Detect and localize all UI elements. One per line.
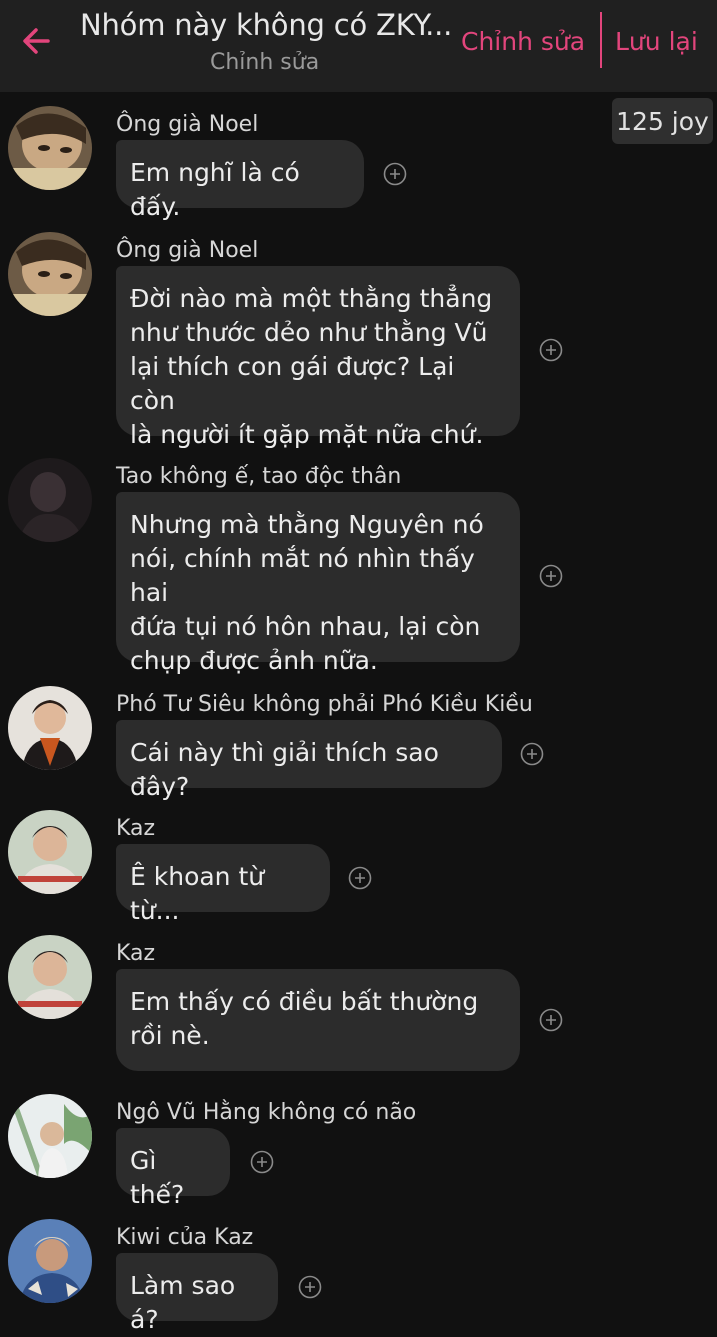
sender-name: Kiwi của Kaz bbox=[116, 1225, 254, 1250]
message-bubble[interactable]: Gì thế? bbox=[116, 1128, 230, 1209]
sender-name: Kaz bbox=[116, 941, 156, 966]
avatar[interactable] bbox=[8, 106, 92, 190]
message-bubble[interactable]: Em thấy có điều bất thường rồi nè. bbox=[116, 969, 520, 1071]
sender-name: Kaz bbox=[116, 816, 156, 841]
add-reaction-icon[interactable] bbox=[539, 1008, 563, 1032]
add-reaction-icon[interactable] bbox=[383, 162, 407, 186]
avatar[interactable] bbox=[8, 1219, 92, 1303]
app-header: Nhóm này không có ZKY... Chỉnh sửa Chỉnh… bbox=[0, 0, 717, 92]
avatar[interactable] bbox=[8, 810, 92, 894]
message-bubble[interactable]: Làm sao á? bbox=[116, 1253, 278, 1334]
back-button[interactable] bbox=[18, 20, 60, 62]
joy-badge: 125 joy bbox=[612, 98, 713, 144]
sender-name: Ông già Noel bbox=[116, 112, 259, 137]
message-bubble[interactable]: Đời nào mà một thằng thẳng như thước dẻo… bbox=[116, 266, 520, 449]
add-reaction-icon[interactable] bbox=[539, 564, 563, 588]
avatar[interactable] bbox=[8, 935, 92, 1019]
message-bubble[interactable]: Nhưng mà thằng Nguyên nó nói, chính mắt … bbox=[116, 492, 520, 675]
add-reaction-icon[interactable] bbox=[298, 1275, 322, 1299]
sender-name: Ông già Noel bbox=[116, 238, 259, 263]
back-arrow-icon bbox=[23, 28, 50, 54]
edit-button[interactable]: Chỉnh sửa bbox=[461, 27, 585, 56]
add-reaction-icon[interactable] bbox=[250, 1150, 274, 1174]
sender-name: Ngô Vũ Hằng không có não bbox=[116, 1100, 417, 1125]
add-reaction-icon[interactable] bbox=[348, 866, 372, 890]
avatar[interactable] bbox=[8, 686, 92, 770]
message-bubble[interactable]: Cái này thì giải thích sao đây? bbox=[116, 720, 502, 801]
add-reaction-icon[interactable] bbox=[520, 742, 544, 766]
avatar[interactable] bbox=[8, 232, 92, 316]
header-divider bbox=[600, 12, 602, 68]
message-bubble[interactable]: Ê khoan từ từ... bbox=[116, 844, 330, 925]
add-reaction-icon[interactable] bbox=[539, 338, 563, 362]
avatar[interactable] bbox=[8, 1094, 92, 1178]
sender-name: Phó Tư Siêu không phải Phó Kiều Kiều bbox=[116, 692, 533, 717]
message-bubble[interactable]: Em nghĩ là có đấy. bbox=[116, 140, 364, 221]
save-button[interactable]: Lưu lại bbox=[615, 27, 698, 56]
conversation-title: Nhóm này không có ZKY... bbox=[80, 8, 453, 42]
sender-name: Tao không ế, tao độc thân bbox=[116, 464, 402, 489]
conversation-subtitle: Chỉnh sửa bbox=[210, 50, 320, 75]
avatar[interactable] bbox=[8, 458, 92, 542]
